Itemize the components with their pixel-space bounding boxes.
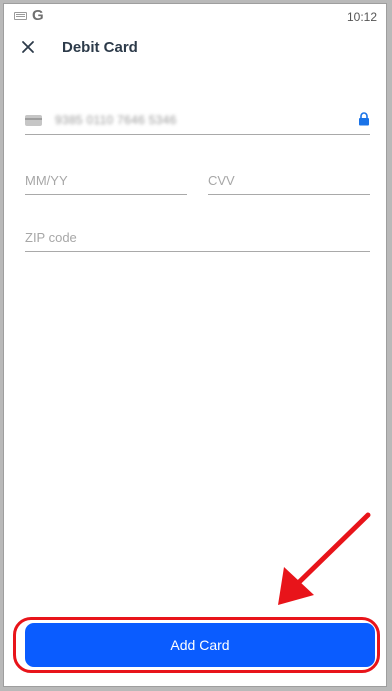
- zip-code-field[interactable]: ZIP code: [25, 225, 370, 252]
- cvv-placeholder: CVV: [208, 173, 235, 188]
- app-screen: G 10:12 Debit Card 9385 0110 7646 5346 M…: [3, 3, 387, 687]
- annotation-arrow-icon: [278, 512, 371, 605]
- cvv-field[interactable]: CVV: [208, 168, 370, 195]
- keyboard-icon: [14, 12, 27, 20]
- expiry-field[interactable]: MM/YY: [25, 168, 187, 195]
- page-title: Debit Card: [62, 39, 138, 56]
- status-time: 10:12: [346, 10, 377, 24]
- status-bar: G 10:12: [4, 4, 386, 30]
- expiry-placeholder: MM/YY: [25, 173, 68, 188]
- card-number-value: 9385 0110 7646 5346: [55, 113, 177, 127]
- zip-placeholder: ZIP code: [25, 230, 77, 245]
- card-number-field[interactable]: 9385 0110 7646 5346: [25, 108, 370, 135]
- close-icon[interactable]: [18, 37, 38, 57]
- google-g-icon: G: [32, 7, 44, 24]
- card-icon: [25, 115, 42, 126]
- lock-icon: [359, 112, 369, 126]
- add-card-button[interactable]: Add Card: [25, 623, 375, 667]
